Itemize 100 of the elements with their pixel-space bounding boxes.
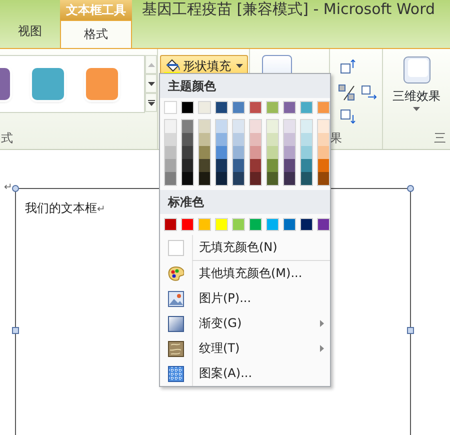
color-swatch[interactable] — [181, 101, 194, 114]
more-button[interactable] — [145, 93, 157, 112]
color-swatch[interactable] — [199, 172, 210, 185]
color-swatch[interactable] — [284, 120, 295, 133]
color-swatch[interactable] — [216, 120, 227, 133]
color-swatch[interactable] — [250, 159, 261, 172]
color-swatch[interactable] — [318, 120, 329, 133]
menu-section-header: 主题颜色 — [160, 74, 330, 98]
color-swatch[interactable] — [267, 172, 278, 185]
color-swatch[interactable] — [284, 133, 295, 146]
ribbon-tab[interactable]: 视图 — [18, 22, 42, 40]
color-swatch[interactable] — [250, 146, 261, 159]
up-arrow-icon — [148, 62, 154, 66]
send-backward-icon[interactable] — [340, 109, 356, 125]
color-swatch[interactable] — [164, 101, 177, 114]
color-swatch[interactable] — [318, 133, 329, 146]
color-swatch[interactable] — [199, 146, 210, 159]
submenu-arrow-icon — [320, 320, 324, 327]
caret-icon — [413, 107, 420, 111]
color-swatch[interactable] — [317, 101, 330, 114]
paragraph-mark: ↵ — [97, 204, 106, 215]
align-icon[interactable] — [338, 84, 378, 102]
bring-forward-icon[interactable] — [340, 59, 356, 75]
color-swatch[interactable] — [216, 146, 227, 159]
style-swatch[interactable] — [32, 68, 64, 100]
ribbon-tab[interactable]: 格式 — [60, 20, 132, 48]
color-swatch[interactable] — [165, 172, 176, 185]
color-swatch[interactable] — [266, 218, 279, 231]
color-swatch[interactable] — [250, 172, 261, 185]
color-swatch[interactable] — [233, 159, 244, 172]
color-swatch[interactable] — [266, 101, 279, 114]
color-swatch[interactable] — [233, 133, 244, 146]
menu-item[interactable]: 其他填充颜色(M)... — [160, 261, 330, 286]
color-swatch[interactable] — [199, 159, 210, 172]
style-swatch[interactable] — [86, 68, 118, 100]
color-swatch[interactable] — [300, 101, 313, 114]
color-swatch[interactable] — [232, 101, 245, 114]
color-swatch[interactable] — [318, 146, 329, 159]
text-box-text: 我们的文本框 — [25, 201, 97, 215]
color-swatch[interactable] — [317, 218, 330, 231]
color-swatch[interactable] — [233, 120, 244, 133]
color-swatch[interactable] — [267, 120, 278, 133]
color-swatch[interactable] — [284, 146, 295, 159]
3d-effects-button[interactable]: 三维效果 — [392, 49, 440, 111]
cube-icon — [402, 55, 432, 85]
menu-item[interactable]: 图案(A)... — [160, 361, 330, 386]
picture-icon — [168, 290, 184, 306]
color-swatch[interactable] — [284, 172, 295, 185]
color-swatch[interactable] — [249, 218, 262, 231]
color-swatch[interactable] — [216, 172, 227, 185]
color-swatch[interactable] — [284, 159, 295, 172]
paragraph-mark: ↵ — [4, 181, 12, 195]
color-swatch[interactable] — [165, 146, 176, 159]
color-swatch[interactable] — [198, 218, 211, 231]
color-swatch[interactable] — [165, 120, 176, 133]
color-swatch[interactable] — [250, 120, 261, 133]
color-swatch[interactable] — [283, 101, 296, 114]
color-swatch[interactable] — [165, 133, 176, 146]
resize-handle[interactable] — [12, 327, 19, 334]
menu-item[interactable]: 图片(P)... — [160, 286, 330, 311]
color-swatch[interactable] — [318, 159, 329, 172]
contextual-tab-header: 文本框工具 — [60, 0, 132, 20]
color-swatch[interactable] — [182, 120, 193, 133]
color-swatch[interactable] — [283, 218, 296, 231]
color-swatch[interactable] — [233, 172, 244, 185]
resize-handle[interactable] — [407, 185, 414, 192]
scroll-down-button[interactable] — [145, 74, 157, 93]
menu-item[interactable]: 渐变(G) — [160, 311, 330, 336]
color-swatch[interactable] — [215, 218, 228, 231]
color-swatch[interactable] — [318, 172, 329, 185]
menu-item[interactable]: 纹理(T) — [160, 336, 330, 361]
color-swatch[interactable] — [165, 159, 176, 172]
color-swatch[interactable] — [267, 159, 278, 172]
color-swatch[interactable] — [267, 133, 278, 146]
color-swatch[interactable] — [199, 133, 210, 146]
color-swatch[interactable] — [301, 159, 312, 172]
color-swatch[interactable] — [215, 101, 228, 114]
color-swatch[interactable] — [182, 146, 193, 159]
color-swatch[interactable] — [250, 133, 261, 146]
color-swatch[interactable] — [216, 159, 227, 172]
color-swatch[interactable] — [267, 146, 278, 159]
color-swatch[interactable] — [198, 101, 211, 114]
resize-handle[interactable] — [12, 185, 19, 192]
color-swatch[interactable] — [181, 218, 194, 231]
color-swatch[interactable] — [164, 218, 177, 231]
color-swatch[interactable] — [182, 133, 193, 146]
color-swatch[interactable] — [182, 172, 193, 185]
color-swatch[interactable] — [300, 218, 313, 231]
color-swatch[interactable] — [301, 172, 312, 185]
resize-handle[interactable] — [407, 327, 414, 334]
color-swatch[interactable] — [301, 146, 312, 159]
color-swatch[interactable] — [232, 218, 245, 231]
color-swatch[interactable] — [301, 120, 312, 133]
palette-icon — [168, 266, 184, 282]
color-swatch[interactable] — [233, 146, 244, 159]
color-swatch[interactable] — [199, 120, 210, 133]
color-swatch[interactable] — [249, 101, 262, 114]
color-swatch[interactable] — [216, 133, 227, 146]
color-swatch[interactable] — [182, 159, 193, 172]
color-swatch[interactable] — [301, 133, 312, 146]
